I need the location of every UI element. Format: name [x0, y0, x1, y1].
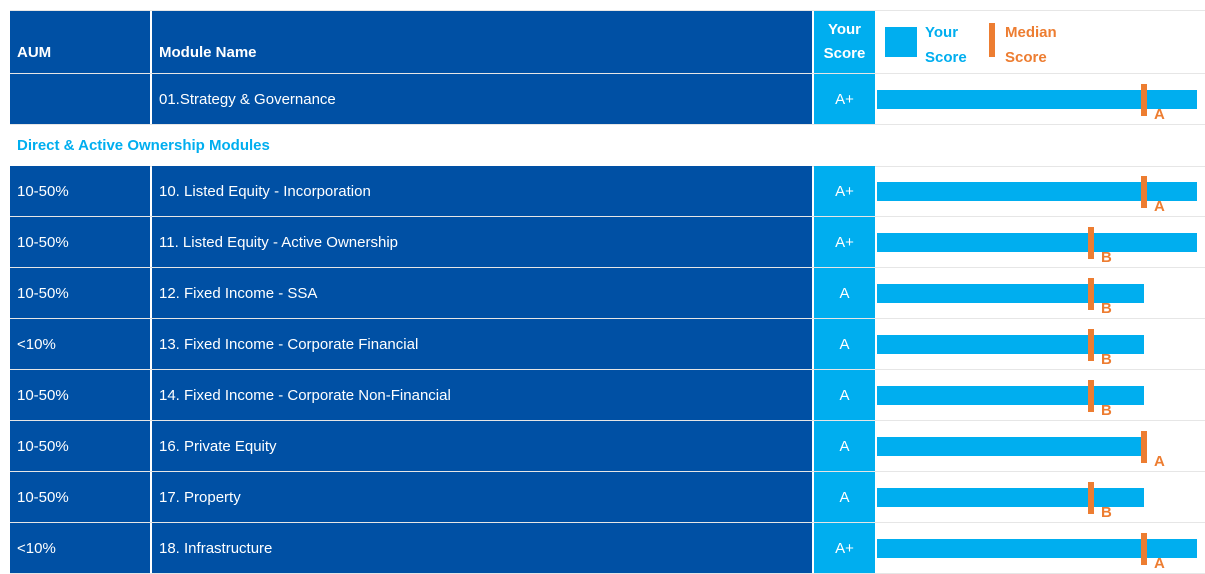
median-score-marker: [1088, 380, 1094, 412]
median-score-marker: [1088, 329, 1094, 361]
table-row: 10-50% 11. Listed Equity - Active Ownersh…: [0, 217, 1205, 267]
table-row: <10% 13. Fixed Income - Corporate Financi…: [0, 319, 1205, 369]
table-row: 01.Strategy & Governance A+ A: [0, 74, 1205, 124]
module-name-cell: 11. Listed Equity - Active Ownership: [152, 217, 812, 267]
your-score-cell: A+: [814, 166, 875, 216]
median-score-label: B: [1101, 300, 1112, 317]
score-bar-area: A: [877, 166, 1205, 216]
score-bar-area: B: [877, 217, 1205, 267]
median-score-legend-line2: Score: [1005, 49, 1047, 66]
aum-cell: <10%: [10, 319, 150, 369]
aum-cell: <10%: [10, 523, 150, 573]
median-score-legend-label: Median Score: [1005, 20, 1057, 70]
table-row: 10-50% 12. Fixed Income - SSA A B: [0, 268, 1205, 318]
your-score-bar: [877, 539, 1197, 558]
section-row: Direct & Active Ownership Modules: [0, 125, 1205, 166]
your-score-legend-line2: Score: [925, 49, 967, 66]
median-score-label: B: [1101, 351, 1112, 368]
aum-cell: 10-50%: [10, 166, 150, 216]
median-score-swatch: [989, 23, 995, 57]
score-bar-area: B: [877, 268, 1205, 318]
module-name-cell: 10. Listed Equity - Incorporation: [152, 166, 812, 216]
your-score-legend-label: Your Score: [925, 20, 967, 70]
median-score-legend-line1: Median: [1005, 24, 1057, 41]
table-row: 10-50% 14. Fixed Income - Corporate Non-F…: [0, 370, 1205, 420]
module-name-cell: 17. Property: [152, 472, 812, 522]
your-score-cell: A: [814, 319, 875, 369]
your-score-cell: A: [814, 370, 875, 420]
aum-cell: [10, 74, 150, 124]
aum-cell: 10-50%: [10, 421, 150, 471]
median-score-label: A: [1154, 555, 1165, 572]
your-score-header-line1: Your: [827, 20, 862, 38]
your-score-cell: A+: [814, 74, 875, 124]
table-row: 10-50% 10. Listed Equity - Incorporation A…: [0, 166, 1205, 216]
aum-header: AUM: [10, 10, 150, 73]
module-name-header: Module Name: [152, 10, 812, 73]
median-score-label: A: [1154, 198, 1165, 215]
your-score-cell: A: [814, 268, 875, 318]
your-score-cell: A: [814, 421, 875, 471]
module-name-cell: 12. Fixed Income - SSA: [152, 268, 812, 318]
median-score-marker: [1088, 227, 1094, 259]
aum-cell: 10-50%: [10, 370, 150, 420]
median-score-marker: [1141, 431, 1147, 463]
score-bar-area: B: [877, 472, 1205, 522]
your-score-legend-line1: Your: [925, 24, 959, 41]
your-score-bar: [877, 90, 1197, 109]
your-score-cell: A: [814, 472, 875, 522]
your-score-bar: [877, 437, 1144, 456]
your-score-cell: A+: [814, 523, 875, 573]
median-score-marker: [1088, 278, 1094, 310]
your-score-swatch: [885, 27, 917, 57]
module-name-cell: 13. Fixed Income - Corporate Financial: [152, 319, 812, 369]
your-score-header-line2: Score: [823, 44, 866, 62]
median-score-marker: [1141, 84, 1147, 116]
score-bar-area: A: [877, 523, 1205, 573]
module-name-cell: 16. Private Equity: [152, 421, 812, 471]
your-score-bar: [877, 182, 1197, 201]
median-score-label: B: [1101, 249, 1112, 266]
your-score-cell: A+: [814, 217, 875, 267]
aum-cell: 10-50%: [10, 472, 150, 522]
median-score-label: B: [1101, 504, 1112, 521]
score-bar-area: A: [877, 74, 1205, 124]
score-bar-area: A: [877, 421, 1205, 471]
score-bar-area: B: [877, 319, 1205, 369]
median-score-label: B: [1101, 402, 1112, 419]
table-row: <10% 18. Infrastructure A+ A: [0, 523, 1205, 573]
aum-cell: 10-50%: [10, 217, 150, 267]
median-score-marker: [1141, 176, 1147, 208]
your-score-header: Your Score: [814, 10, 875, 73]
table-row: 10-50% 16. Private Equity A A: [0, 421, 1205, 471]
table-row: 10-50% 17. Property A B: [0, 472, 1205, 522]
score-bar-area: B: [877, 370, 1205, 420]
your-score-bar: [877, 233, 1197, 252]
median-score-marker: [1141, 533, 1147, 565]
module-name-cell: 14. Fixed Income - Corporate Non-Financi…: [152, 370, 812, 420]
module-name-cell: 01.Strategy & Governance: [152, 74, 812, 124]
row-divider: [10, 10, 1205, 11]
module-name-cell: 18. Infrastructure: [152, 523, 812, 573]
median-score-marker: [1088, 482, 1094, 514]
section-label: Direct & Active Ownership Modules: [17, 137, 270, 154]
aum-cell: 10-50%: [10, 268, 150, 318]
median-score-label: A: [1154, 453, 1165, 470]
median-score-label: A: [1154, 106, 1165, 123]
